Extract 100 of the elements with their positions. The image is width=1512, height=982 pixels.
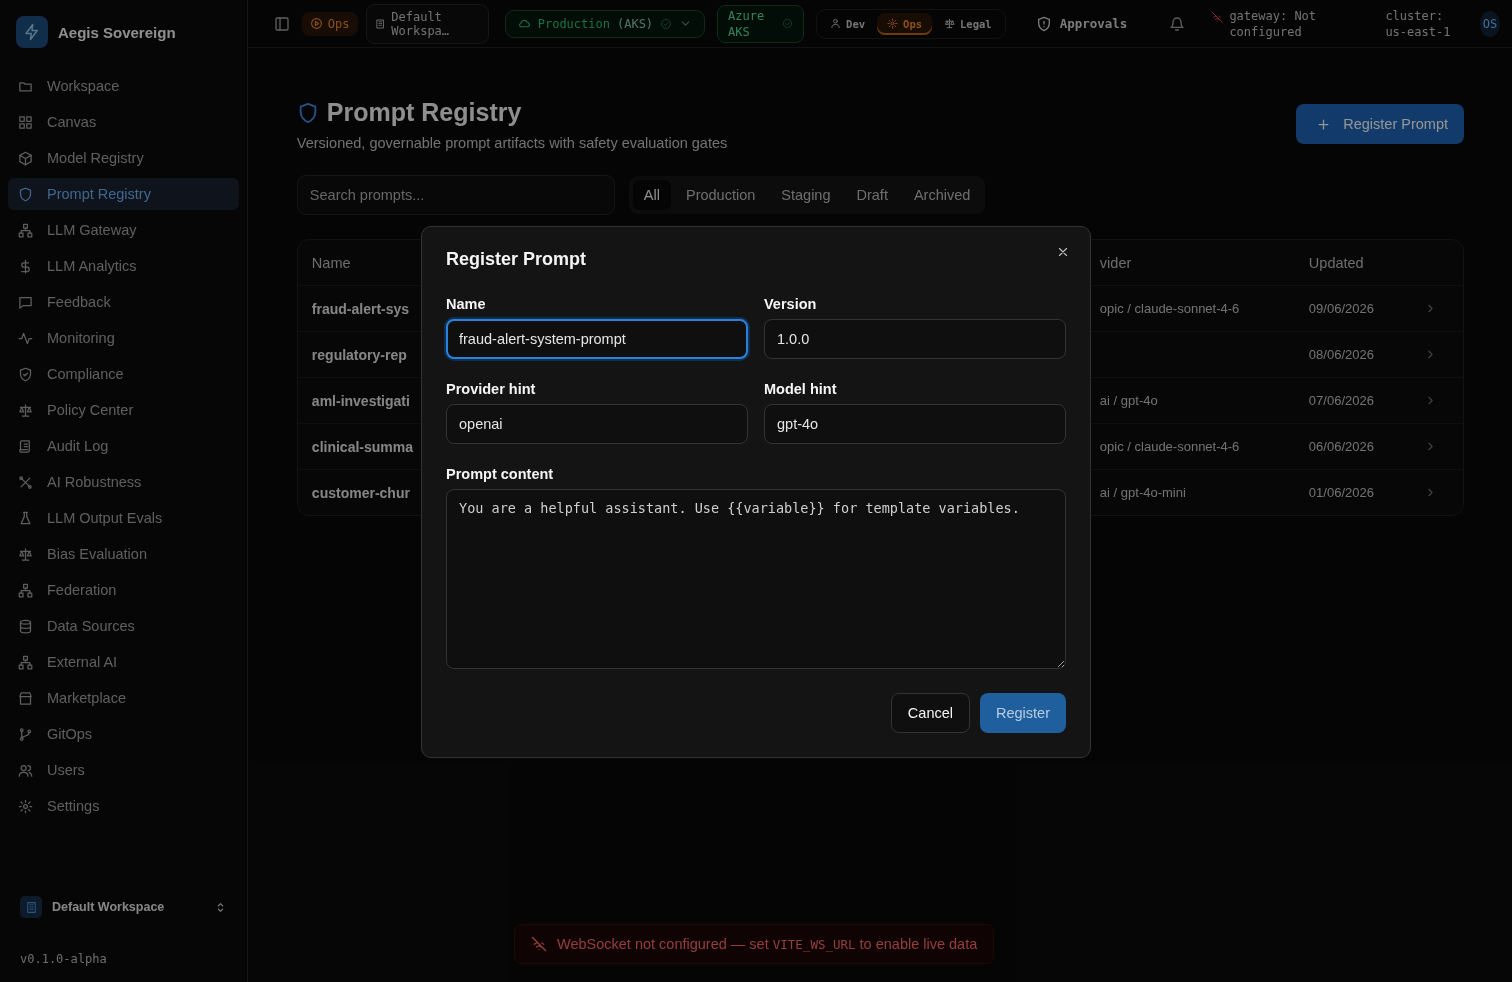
- shield-icon: [18, 186, 33, 202]
- table-cell-text: ai / gpt-4o: [1099, 393, 1159, 408]
- sidebar-item[interactable]: Compliance: [8, 358, 239, 390]
- workspace-switcher[interactable]: Default Workspace: [8, 888, 239, 926]
- sidebar-item[interactable]: External AI: [8, 646, 239, 678]
- table-cell-text: customer-chur: [311, 484, 411, 501]
- table-cell-text: fraud-alert-sys: [311, 300, 411, 317]
- sidebar-item[interactable]: LLM Gateway: [8, 214, 239, 246]
- table-cell-text: 08/06/2026: [1308, 347, 1375, 362]
- role-toggle[interactable]: Dev: [820, 12, 876, 35]
- sidebar-item[interactable]: Workspace: [8, 70, 239, 102]
- message-icon: [18, 294, 33, 310]
- table-cell-text: aml-investigati: [311, 392, 411, 409]
- input-field[interactable]: 1.0.0: [764, 319, 1066, 359]
- role-toggle[interactable]: Ops: [877, 12, 933, 35]
- input-field[interactable]: fraud-alert-system-prompt: [446, 319, 748, 359]
- field-label: Prompt content: [446, 466, 555, 482]
- network-icon: [18, 654, 33, 670]
- column-header: Updated: [1308, 254, 1365, 271]
- cancel-button[interactable]: Cancel: [890, 693, 970, 733]
- dollar-icon: [18, 258, 33, 274]
- cloud-icon: [517, 17, 531, 30]
- scale-icon: [944, 18, 956, 29]
- table-cell-text: 06/06/2026: [1308, 439, 1375, 454]
- wifi-off-icon: [531, 936, 547, 952]
- building-icon: [24, 900, 38, 914]
- sidebar-item[interactable]: Policy Center: [8, 394, 239, 426]
- sidebar-item[interactable]: Canvas: [8, 106, 239, 138]
- sidebar-item[interactable]: Monitoring: [8, 322, 239, 354]
- table-cell-text: opic / claude-sonnet-4-6: [1099, 439, 1241, 454]
- environment-selector[interactable]: Production (AKS): [504, 9, 706, 38]
- table-cell-text: 07/06/2026: [1308, 393, 1375, 408]
- close-icon: [1056, 245, 1070, 259]
- register-prompt-button[interactable]: Register Prompt: [1296, 104, 1464, 144]
- status-tab[interactable]: Production: [675, 180, 767, 210]
- sidebar-item[interactable]: Data Sources: [8, 610, 239, 642]
- status-tab[interactable]: Staging: [770, 180, 842, 210]
- approvals-button[interactable]: Approvals: [1029, 14, 1134, 33]
- table-cell-text: 09/06/2026: [1308, 301, 1375, 316]
- shield-alert-icon: [1035, 15, 1052, 32]
- check-circle-icon: [782, 18, 794, 29]
- sidebar-item[interactable]: Marketplace: [8, 682, 239, 714]
- sidebar-item[interactable]: LLM Output Evals: [8, 502, 239, 534]
- search-field[interactable]: Search prompts...: [296, 175, 615, 215]
- sidebar-item[interactable]: LLM Analytics: [8, 250, 239, 282]
- plus-icon: [1316, 116, 1332, 132]
- field-label: Version: [764, 296, 818, 312]
- lightning-icon: [23, 23, 41, 41]
- input-field[interactable]: gpt-4o: [764, 404, 1066, 444]
- input-field[interactable]: You are a helpful assistant. Use {{variable}} for template variables.: [446, 489, 1066, 669]
- cloud-chip: Azure AKS: [717, 4, 805, 43]
- table-cell-text: 01/06/2026: [1308, 485, 1375, 500]
- table-cell-text: ai / gpt-4o-mini: [1099, 485, 1187, 500]
- sidebar-item[interactable]: GitOps: [8, 718, 239, 750]
- wifi-off-icon: [1211, 10, 1224, 23]
- settings-icon: [18, 798, 33, 814]
- sidebar-item[interactable]: AI Robustness: [8, 466, 239, 498]
- field-label: Model hint: [764, 381, 838, 397]
- sidebar-item[interactable]: Federation: [8, 574, 239, 606]
- flask-icon: [18, 510, 33, 526]
- cross-icon: [18, 474, 33, 490]
- network-icon: [18, 222, 33, 238]
- version-label: v0.1.0-alpha: [19, 951, 108, 968]
- page-title: Prompt Registry: [326, 98, 522, 127]
- sidebar-item[interactable]: Audit Log: [8, 430, 239, 462]
- column-header: Name: [311, 254, 352, 271]
- bell-icon: [1169, 15, 1186, 32]
- scroll-icon: [18, 438, 33, 454]
- status-tab[interactable]: Archived: [902, 180, 982, 210]
- gear-icon: [887, 18, 899, 29]
- table-cell-text: regulatory-rep: [311, 346, 408, 363]
- sidebar-item[interactable]: Feedback: [8, 286, 239, 318]
- register-button[interactable]: Register: [980, 693, 1066, 733]
- pulse-icon: [18, 330, 33, 346]
- branch-icon: [18, 726, 33, 742]
- field-label: Provider hint: [446, 381, 537, 397]
- table-cell-text: clinical-summa: [311, 438, 414, 455]
- sidebar-item[interactable]: Bias Evaluation: [8, 538, 239, 570]
- cluster-status: cluster: us-east-1: [1385, 7, 1452, 40]
- workspace-chip[interactable]: Default Workspa…: [365, 3, 489, 44]
- scale-icon: [18, 402, 33, 418]
- table-cell-text: opic / claude-sonnet-4-6: [1099, 301, 1241, 316]
- status-tab[interactable]: Draft: [845, 180, 899, 210]
- play-circle-icon: [309, 17, 323, 30]
- dialog-title: Register Prompt: [446, 249, 587, 270]
- input-field[interactable]: openai: [446, 404, 748, 444]
- page-subtitle: Versioned, governable prompt artifacts with safety evaluation gates: [296, 135, 728, 151]
- sidebar-item[interactable]: Model Registry: [8, 142, 239, 174]
- sidebar-item[interactable]: Prompt Registry: [8, 178, 239, 210]
- field-label: Name: [446, 296, 487, 312]
- sidebar-item[interactable]: Settings: [8, 790, 239, 822]
- store-icon: [18, 690, 33, 706]
- role-toggle[interactable]: Legal: [934, 12, 1002, 35]
- database-icon: [18, 618, 33, 634]
- sidebar-item[interactable]: Users: [8, 754, 239, 786]
- user-avatar[interactable]: OS: [1479, 10, 1500, 37]
- status-tab[interactable]: All: [632, 180, 671, 210]
- column-header: vider: [1099, 254, 1133, 271]
- cube-icon: [18, 150, 33, 166]
- scale-icon: [18, 546, 33, 562]
